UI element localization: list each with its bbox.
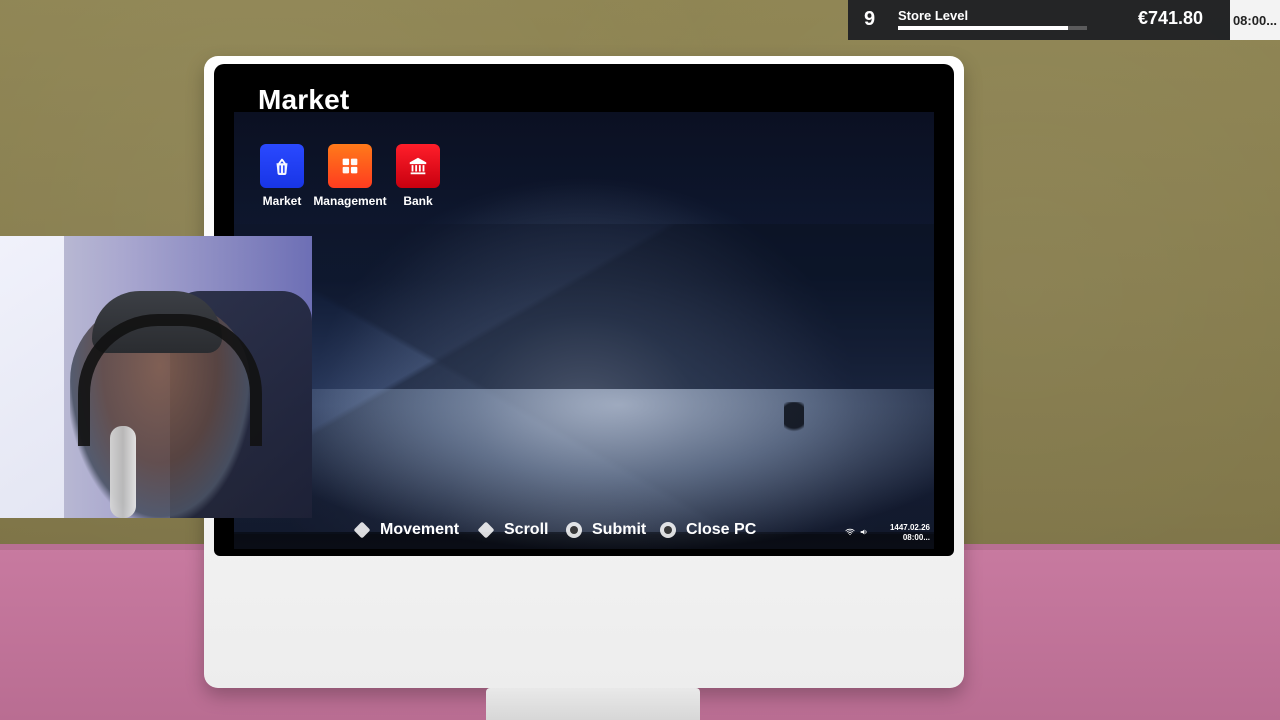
store-level-progress-fill xyxy=(898,26,1069,30)
hud-time: 08:00... xyxy=(1230,0,1280,40)
x-button-icon xyxy=(566,522,582,538)
hint-close-pc: Close PC xyxy=(660,521,756,539)
bank-app-label: Bank xyxy=(403,194,433,208)
pc-screen xyxy=(214,64,954,556)
hint-scroll-label: Scroll xyxy=(504,521,549,538)
hint-scroll: Scroll xyxy=(477,521,549,539)
pc-window-title: Market xyxy=(258,84,350,115)
shopping-basket-icon xyxy=(276,158,288,175)
market-app-tile[interactable] xyxy=(260,144,304,188)
tray-datetime: 1447.02.26 08:00... xyxy=(874,523,930,543)
money-balance: €741.80 xyxy=(1138,8,1204,28)
tray-time: 08:00... xyxy=(902,533,930,542)
monitor-stand xyxy=(486,688,700,720)
store-level-progress-bar xyxy=(898,26,1087,30)
dpad-icon xyxy=(477,521,495,539)
hint-submit-label: Submit xyxy=(592,521,647,538)
wifi-icon xyxy=(845,528,855,536)
store-level-label: Store Level xyxy=(898,8,969,23)
volume-icon xyxy=(860,529,867,535)
system-tray: 1447.02.26 08:00... xyxy=(842,521,932,543)
hint-movement-label: Movement xyxy=(380,521,460,538)
dpad-icon xyxy=(353,521,371,539)
webcam-overlay xyxy=(0,236,312,518)
webcam-microphone xyxy=(110,426,136,518)
store-level-number: 9 xyxy=(864,8,876,30)
management-app-tile[interactable] xyxy=(328,144,372,188)
wallpaper-tree xyxy=(784,402,804,436)
bank-icon xyxy=(409,157,427,175)
o-button-icon xyxy=(660,522,676,538)
tray-date: 1447.02.26 xyxy=(889,523,930,532)
hint-movement: Movement xyxy=(353,521,460,539)
hint-close-pc-label: Close PC xyxy=(686,521,757,538)
bank-app-tile[interactable] xyxy=(396,144,440,188)
pc-app-bank[interactable]: Bank xyxy=(373,144,463,208)
webcam-shelf xyxy=(0,236,64,518)
webcam-headphones xyxy=(78,314,262,446)
store-hud: 9 Store Level €741.80 08:00... xyxy=(848,0,1280,40)
dashboard-grid-icon xyxy=(342,158,358,174)
hint-submit: Submit xyxy=(566,521,646,539)
